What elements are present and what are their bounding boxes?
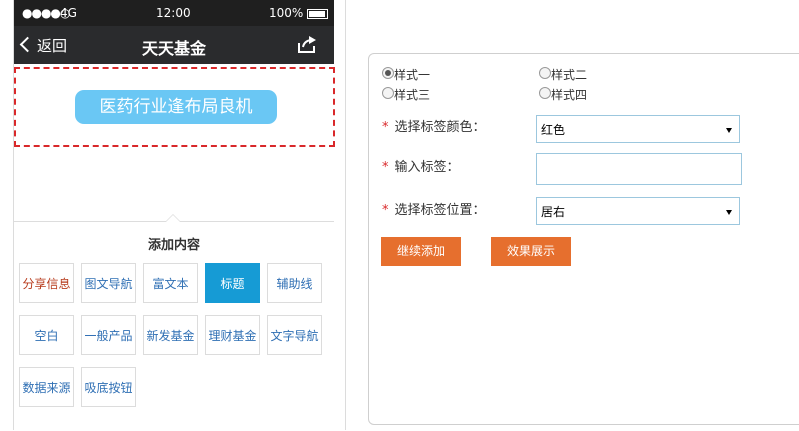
position-select[interactable]: 居右 <box>536 197 740 225</box>
phone-preview: ●●●●○ 4G 12:00 100% 返回 天天基金 医药行业逢布局良机 添加… <box>13 0 335 431</box>
style-option-label: 样式四 <box>551 88 588 102</box>
page-title: 天天基金 <box>141 39 206 58</box>
color-select[interactable]: 红色 <box>536 115 740 143</box>
color-select-value: 红色 <box>541 123 566 137</box>
text-label: * 输入标签： <box>382 160 460 175</box>
dropdown-arrow-icon <box>726 128 732 133</box>
component-button[interactable]: 标题 <box>205 263 260 303</box>
style-option-label: 样式一 <box>394 68 431 82</box>
radio-icon <box>382 67 394 79</box>
component-button[interactable]: 富文本 <box>143 263 198 303</box>
required-mark: * <box>382 203 389 218</box>
radio-icon <box>539 67 551 79</box>
radio-icon <box>382 87 394 99</box>
required-mark: * <box>382 120 389 135</box>
style-option-1[interactable]: 样式一 <box>382 66 430 83</box>
component-button[interactable]: 新发基金 <box>143 315 198 355</box>
dropdown-arrow-icon <box>726 210 732 215</box>
component-button[interactable]: 图文导航 <box>81 263 136 303</box>
component-button[interactable]: 辅助线 <box>267 263 322 303</box>
panel-title: 添加内容 <box>147 238 200 253</box>
component-button[interactable]: 吸底按钮 <box>81 367 136 407</box>
nav-bar: 返回 天天基金 <box>14 26 334 64</box>
selected-title-block[interactable]: 医药行业逢布局良机 <box>14 67 335 147</box>
tag-text-input[interactable] <box>536 153 742 185</box>
add-content-panel: 添加内容 分享信息 图文导航 富文本 标题 辅助线空白 一般产品 新发基金 理财基金 文字导航数… <box>14 214 334 431</box>
style-option-2[interactable]: 样式二 <box>539 66 587 83</box>
battery-icon <box>307 9 328 19</box>
radio-icon <box>539 87 551 99</box>
component-button[interactable]: 分享信息 <box>19 263 74 303</box>
position-label: * 选择标签位置： <box>382 203 486 218</box>
preview-effect-button[interactable]: 效果展示 <box>491 237 571 266</box>
component-button[interactable]: 空白 <box>19 315 74 355</box>
style-option-3[interactable]: 样式三 <box>382 86 430 103</box>
clock: 12:00 <box>156 6 191 20</box>
battery-percent: 100% <box>269 6 304 20</box>
status-bar: ●●●●○ 4G 12:00 100% <box>14 0 334 26</box>
divider <box>345 0 346 430</box>
style-option-4[interactable]: 样式四 <box>539 86 587 103</box>
network-label: 4G <box>60 6 77 20</box>
component-button[interactable]: 文字导航 <box>267 315 322 355</box>
title-tag: 医药行业逢布局良机 <box>75 90 277 124</box>
style-option-label: 样式二 <box>551 68 588 82</box>
title-settings-form: 样式一 样式二 样式三 样式四 * 选择标签颜色： 红色 * 输入标签： * 选择标签… <box>368 53 799 425</box>
component-button[interactable]: 一般产品 <box>81 315 136 355</box>
share-icon[interactable] <box>297 36 317 54</box>
component-button[interactable]: 数据来源 <box>19 367 74 407</box>
required-mark: * <box>382 160 389 175</box>
continue-add-button[interactable]: 继续添加 <box>381 237 461 266</box>
style-option-label: 样式三 <box>394 88 431 102</box>
position-select-value: 居右 <box>541 205 566 219</box>
component-button[interactable]: 理财基金 <box>205 315 260 355</box>
color-label: * 选择标签颜色： <box>382 120 486 135</box>
